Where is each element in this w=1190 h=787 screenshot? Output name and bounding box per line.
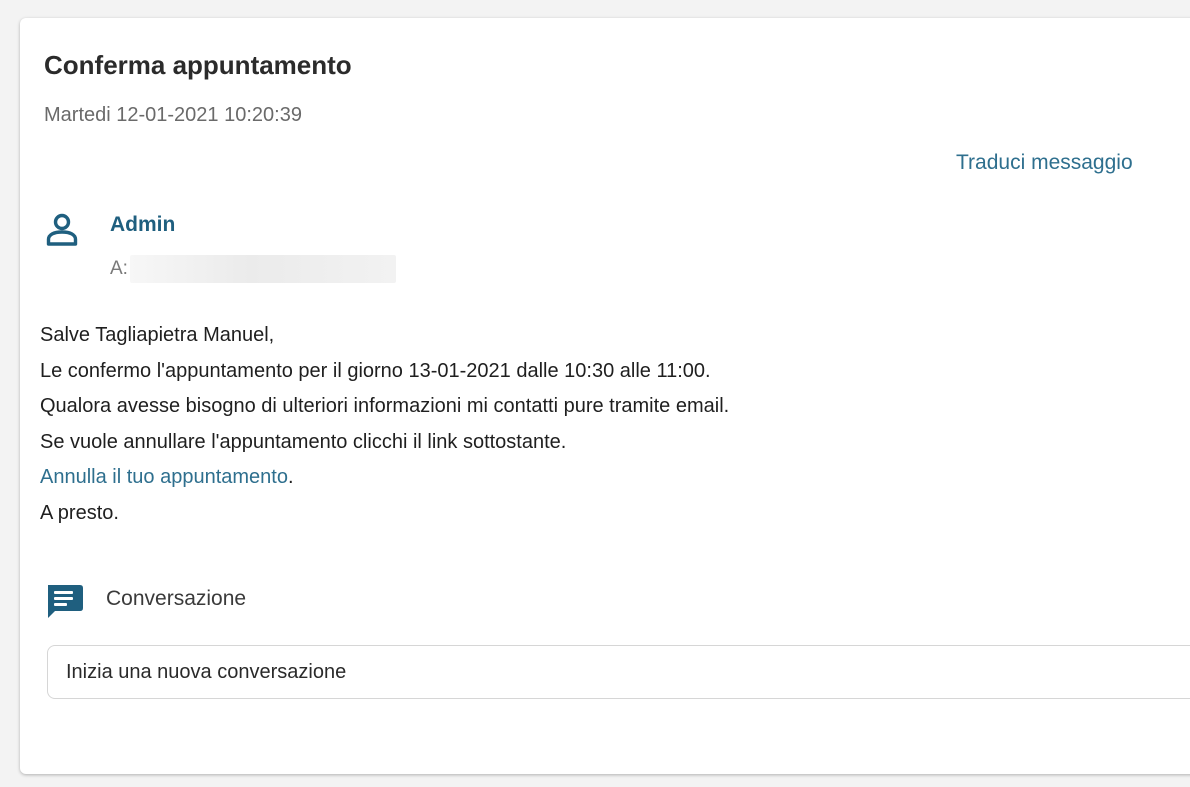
sender-name[interactable]: Admin	[110, 213, 175, 237]
conversation-label: Conversazione	[106, 587, 247, 610]
recipient-redacted	[130, 255, 396, 283]
chat-icon	[48, 585, 83, 618]
body-line: Se vuole annullare l'appuntamento clicch…	[40, 430, 567, 453]
body-line: Qualora avesse bisogno di ulteriori info…	[40, 395, 730, 418]
cancel-appointment-link[interactable]: Annulla il tuo appuntamento	[40, 466, 288, 488]
message-body: Salve Tagliapietra Manuel, Le confermo l…	[40, 318, 729, 532]
cancel-line: Annulla il tuo appuntamento.	[40, 460, 729, 496]
cancel-link-suffix: .	[287, 466, 294, 489]
recipient-label: A:	[110, 258, 128, 279]
message-title: Conferma appuntamento	[44, 50, 352, 80]
user-icon	[46, 213, 78, 246]
body-line: Le confermo l'appuntamento per il giorno…	[40, 359, 711, 382]
body-closing: A presto.	[40, 501, 119, 524]
translate-message-link[interactable]: Traduci messaggio	[956, 151, 1133, 175]
body-greeting: Salve Tagliapietra Manuel,	[40, 324, 275, 346]
message-date: Martedi 12-01-2021 10:20:39	[44, 104, 302, 126]
new-conversation-input[interactable]	[47, 645, 1190, 699]
